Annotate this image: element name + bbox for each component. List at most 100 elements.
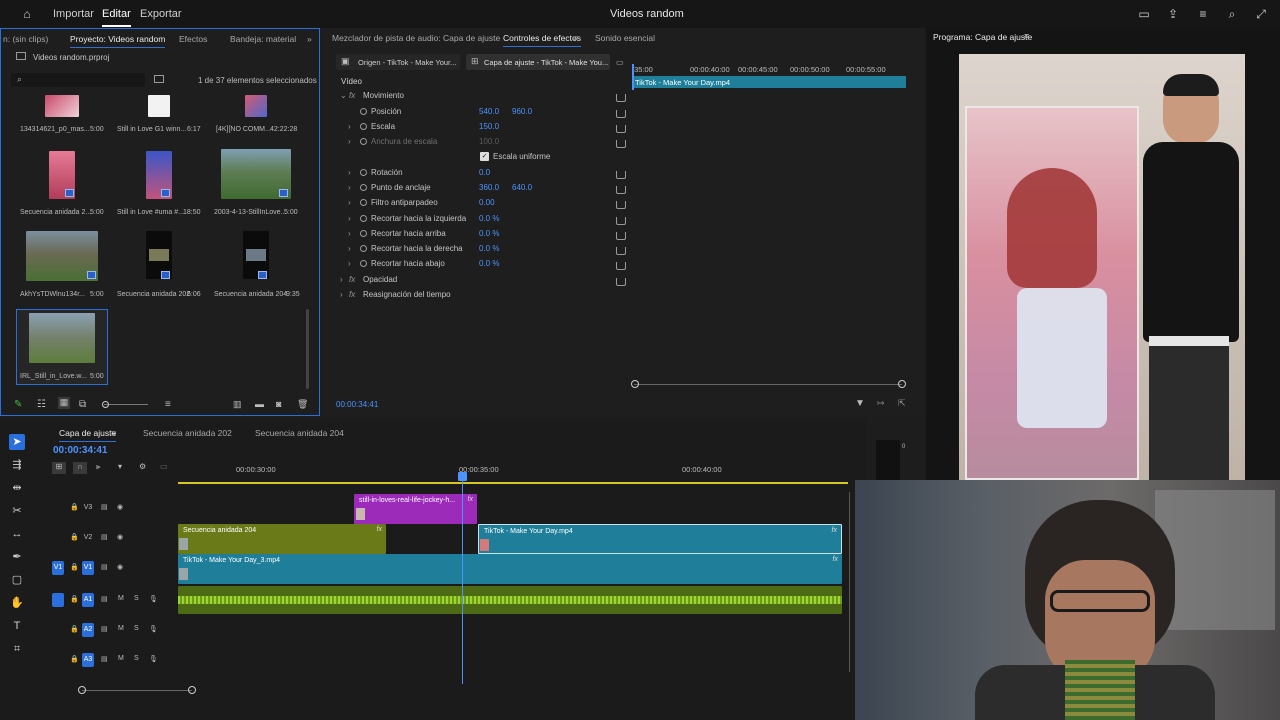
lock-icon[interactable]: 🔒 bbox=[70, 595, 79, 603]
menu-importar[interactable]: Importar bbox=[53, 8, 94, 20]
clip-v2-tiktok[interactable]: TikTok - Make Your Day.mp4 fx bbox=[478, 524, 842, 554]
timeline-scroll-track[interactable] bbox=[82, 690, 192, 691]
slip-icon[interactable]: ↔ bbox=[9, 526, 25, 542]
stopwatch-icon[interactable] bbox=[360, 230, 367, 237]
menu-editar[interactable]: Editar bbox=[102, 8, 131, 27]
lock-icon[interactable]: 🔒 bbox=[70, 503, 79, 511]
reset-icon[interactable] bbox=[616, 247, 626, 255]
tab-menu-icon[interactable]: ≡ bbox=[573, 33, 578, 43]
stopwatch-icon[interactable] bbox=[360, 108, 367, 115]
menu-exportar[interactable]: Exportar bbox=[140, 8, 182, 20]
tab-effect-controls[interactable]: Controles de efectos bbox=[503, 33, 581, 47]
clip-v3[interactable]: still-in-loves-real-life-jockey-h... fx bbox=[354, 494, 477, 524]
target-tab[interactable]: ⊞ Capa de ajuste - TikTok - Make You... bbox=[466, 54, 610, 70]
home-icon[interactable]: ⌂ bbox=[20, 7, 34, 21]
lock-icon[interactable]: 🔒 bbox=[70, 533, 79, 541]
sync-lock-icon[interactable]: ▤ bbox=[101, 503, 108, 511]
ec-playhead[interactable] bbox=[632, 64, 634, 90]
ec-scroll-handle-right[interactable] bbox=[898, 380, 906, 388]
razor-icon[interactable]: ✂ bbox=[9, 503, 25, 519]
eye-icon[interactable]: ◉ bbox=[117, 533, 123, 541]
timeline-timecode[interactable]: 00:00:34:41 bbox=[53, 445, 107, 456]
linked-selection-icon[interactable]: ⫸ bbox=[96, 462, 101, 472]
value-1[interactable]: 0.0 % bbox=[479, 229, 499, 238]
mic-icon[interactable]: 🎙 bbox=[149, 595, 158, 603]
value-1[interactable]: 360.0 bbox=[479, 183, 499, 192]
new-bin-icon[interactable] bbox=[154, 75, 164, 83]
effect-row-reasignacion-tiempo[interactable]: › fx Reasignación del tiempo bbox=[340, 290, 640, 304]
pencil-icon[interactable]: ✎ bbox=[14, 399, 22, 410]
reset-icon[interactable] bbox=[616, 125, 626, 133]
panel-options-icon[interactable]: ▭ bbox=[616, 58, 624, 67]
chevron-right-icon[interactable]: › bbox=[348, 198, 351, 207]
share-icon[interactable]: ⇪ bbox=[1166, 7, 1180, 21]
program-menu-icon[interactable]: ≡ bbox=[1024, 31, 1029, 41]
value-2[interactable]: 960.0 bbox=[512, 107, 532, 116]
effect-row-posicion[interactable]: Posición 540.0 960.0 bbox=[340, 107, 640, 121]
mic-icon[interactable]: 🎙 bbox=[149, 655, 158, 663]
track-label[interactable]: V3 bbox=[82, 501, 94, 515]
list-view-icon[interactable]: ☷ bbox=[37, 399, 46, 410]
reset-icon[interactable] bbox=[616, 262, 626, 270]
tab-bin[interactable]: Bandeja: material bbox=[230, 34, 296, 44]
new-bin-icon[interactable]: ▬ bbox=[255, 399, 264, 409]
lock-icon[interactable]: 🔒 bbox=[70, 625, 79, 633]
reset-icon[interactable] bbox=[616, 201, 626, 209]
eye-icon[interactable]: ◉ bbox=[117, 503, 123, 511]
chevron-icon[interactable]: › bbox=[340, 290, 343, 299]
source-patch[interactable]: V1 bbox=[52, 561, 64, 575]
tab-sequence-204[interactable]: Secuencia anidada 204 bbox=[255, 428, 344, 438]
project-search-input[interactable]: ⌕ bbox=[11, 73, 145, 87]
chevron-right-icon[interactable]: › bbox=[348, 259, 351, 268]
reset-icon[interactable] bbox=[616, 186, 626, 194]
chevron-right-icon[interactable]: › bbox=[348, 168, 351, 177]
thumbnail-1[interactable] bbox=[45, 95, 79, 117]
sort-icon[interactable]: ≡ bbox=[165, 399, 171, 410]
effect-row-rotacion[interactable]: › Rotación 0.0 bbox=[340, 168, 640, 182]
thumbnail-10[interactable] bbox=[29, 313, 95, 363]
track-label[interactable]: A1 bbox=[82, 593, 94, 607]
rectangle-icon[interactable]: ▢ bbox=[9, 572, 25, 588]
ec-clip[interactable]: TikTok - Make Your Day.mp4 bbox=[632, 76, 906, 88]
value-1[interactable]: 0.0 bbox=[479, 168, 490, 177]
solo-icon[interactable]: S bbox=[134, 625, 139, 632]
value-1[interactable]: 0.00 bbox=[479, 198, 495, 207]
value-1[interactable]: 0.0 % bbox=[479, 214, 499, 223]
timeline-scroll-handle-left[interactable] bbox=[78, 686, 86, 694]
wrench-icon[interactable]: ⚙ bbox=[139, 462, 146, 471]
clip-v1[interactable]: TikTok - Make Your Day_3.mp4 fx bbox=[178, 554, 842, 584]
stopwatch-icon[interactable] bbox=[360, 199, 367, 206]
tab-sequence-202[interactable]: Secuencia anidada 202 bbox=[143, 428, 232, 438]
tab-audio-mixer[interactable]: Mezclador de pista de audio: Capa de aju… bbox=[332, 33, 500, 43]
mute-icon[interactable]: M bbox=[118, 595, 124, 602]
mute-icon[interactable]: M bbox=[118, 625, 124, 632]
effect-row-opacidad[interactable]: › fx Opacidad bbox=[340, 275, 640, 289]
reset-icon[interactable] bbox=[616, 171, 626, 179]
stopwatch-icon[interactable] bbox=[360, 138, 367, 145]
chevron-right-icon[interactable]: › bbox=[348, 229, 351, 238]
sync-lock-icon[interactable]: ▤ bbox=[101, 655, 108, 663]
reset-icon[interactable] bbox=[616, 110, 626, 118]
playhead-handle[interactable] bbox=[458, 472, 467, 481]
nest-icon[interactable]: ⊞ bbox=[52, 462, 66, 474]
reset-icon[interactable] bbox=[616, 140, 626, 148]
workspace-icon[interactable]: ▭ bbox=[1137, 7, 1151, 21]
uniform-scale-checkbox[interactable]: ✓ bbox=[480, 152, 489, 161]
captions-icon[interactable]: ▭ bbox=[160, 462, 168, 471]
sync-lock-icon[interactable]: ▤ bbox=[101, 595, 108, 603]
export-icon[interactable]: ⇱ bbox=[898, 398, 906, 409]
chevron-icon[interactable]: › bbox=[340, 275, 343, 284]
playhead[interactable] bbox=[462, 472, 463, 684]
reset-icon[interactable] bbox=[616, 278, 626, 286]
source-patch[interactable] bbox=[52, 593, 64, 607]
value-1[interactable]: 100.0 bbox=[479, 137, 499, 146]
effect-row-punto-de-anclaje[interactable]: › Punto de anclaje 360.0 640.0 bbox=[340, 183, 640, 197]
effect-row-recortar-abajo[interactable]: › Recortar hacia abajo 0.0 % bbox=[340, 259, 640, 273]
clip-a1-audio[interactable] bbox=[178, 586, 842, 614]
search-icon[interactable]: ⌕ bbox=[1225, 7, 1239, 21]
effect-row-recortar-arriba[interactable]: › Recortar hacia arriba 0.0 % bbox=[340, 229, 640, 243]
fullscreen-icon[interactable]: ⤢ bbox=[1254, 7, 1268, 21]
value-1[interactable]: 540.0 bbox=[479, 107, 499, 116]
selection-tool-icon[interactable]: ➤ bbox=[9, 434, 25, 450]
ripple-edit-icon[interactable]: ⇹ bbox=[9, 480, 25, 496]
